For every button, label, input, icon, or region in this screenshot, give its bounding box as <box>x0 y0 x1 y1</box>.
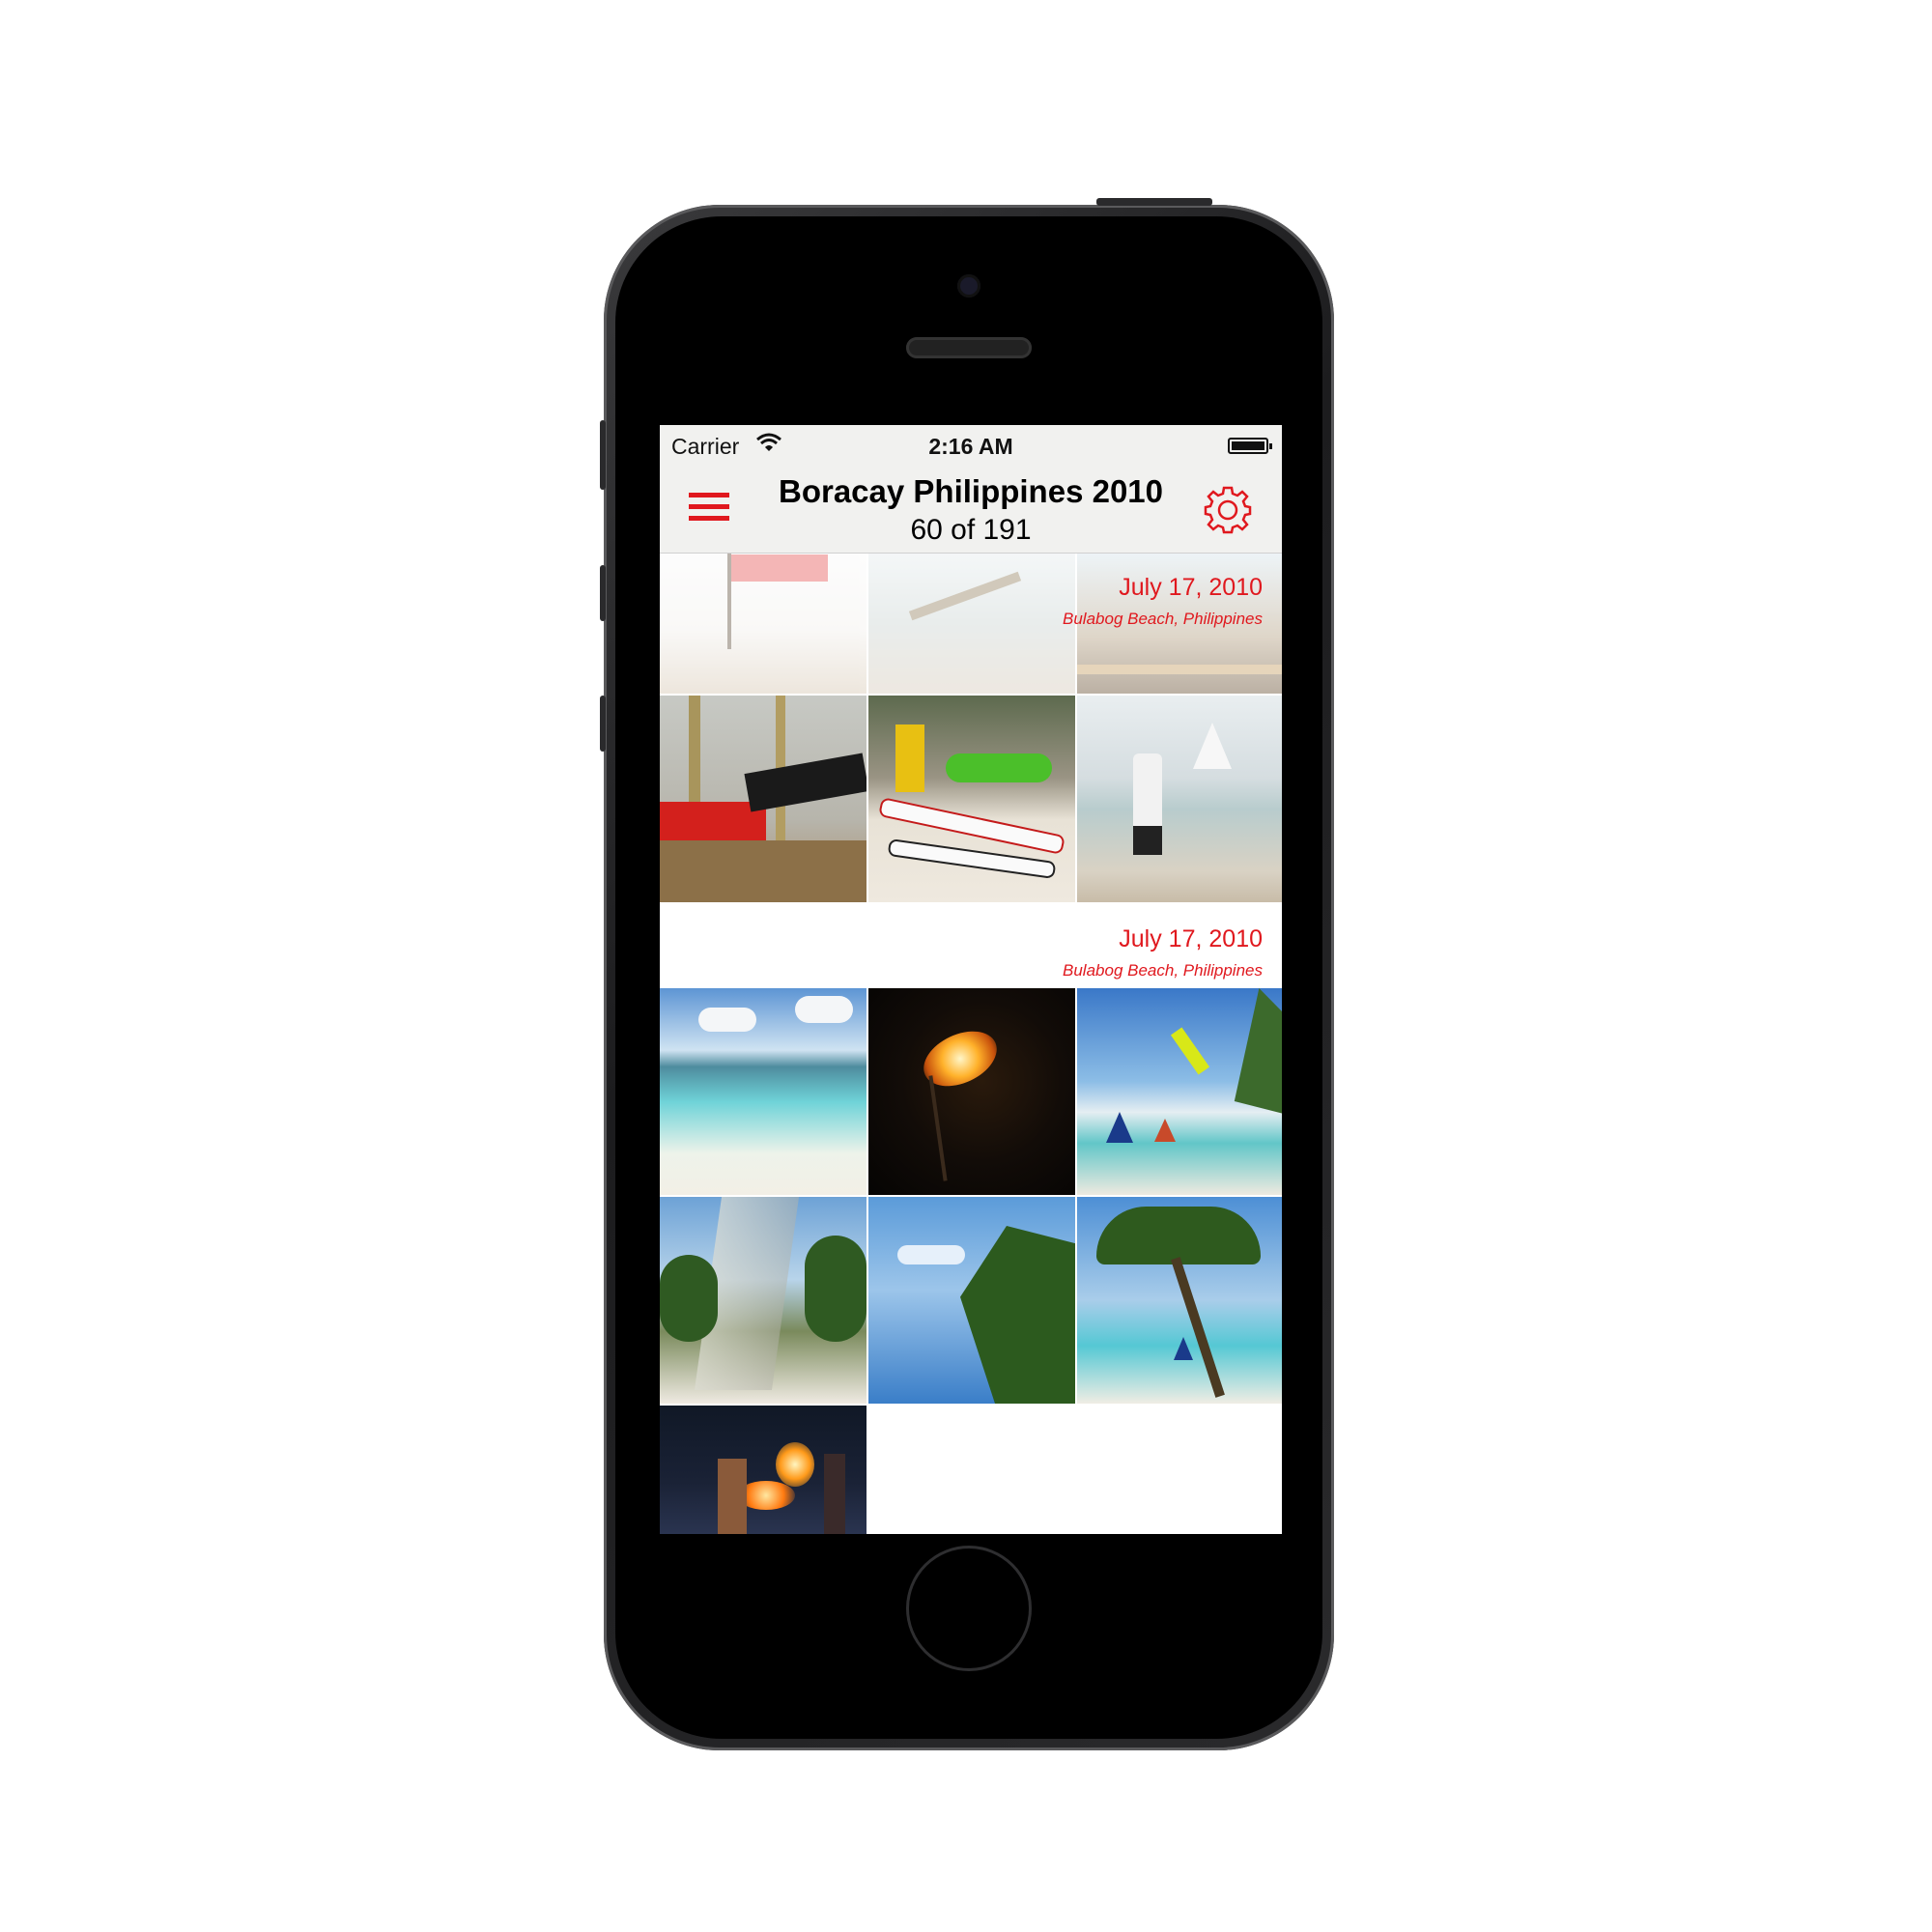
photo-tile[interactable] <box>660 1406 867 1534</box>
battery-icon <box>1228 438 1272 454</box>
status-bar: Carrier 2:16 AM <box>660 425 1282 464</box>
section-location: Bulabog Beach, Philippines <box>1063 610 1263 628</box>
photo-tile[interactable] <box>660 988 867 1195</box>
photo-tile[interactable] <box>868 696 1075 902</box>
nav-header: Carrier 2:16 AM Boracay Philippines 2010… <box>660 425 1282 554</box>
photo-tile[interactable] <box>660 1197 867 1404</box>
gear-icon[interactable] <box>1203 485 1253 535</box>
photo-tile[interactable] <box>868 988 1075 1195</box>
album-title: Boracay Philippines 2010 <box>778 473 1163 509</box>
section-location: Bulabog Beach, Philippines <box>1063 961 1263 980</box>
photo-tile[interactable] <box>1077 1197 1282 1404</box>
photo-count: 60 of 191 <box>910 514 1032 546</box>
status-time: 2:16 AM <box>928 434 1013 459</box>
section-date: July 17, 2010 <box>1119 925 1263 952</box>
section-header: July 17, 2010 Bulabog Beach, Philippines <box>660 904 1282 988</box>
front-camera <box>957 274 980 298</box>
mute-switch[interactable] <box>600 420 606 490</box>
sleep-wake-button[interactable] <box>1096 198 1212 206</box>
section-date: July 17, 2010 <box>1119 574 1263 601</box>
home-button[interactable] <box>906 1546 1032 1671</box>
app-screen: July 17, 2010 Bulabog Beach, Philippines… <box>660 425 1282 1534</box>
photo-tile[interactable] <box>1077 696 1282 902</box>
volume-up-button[interactable] <box>600 565 606 621</box>
earpiece-speaker <box>906 337 1032 358</box>
photo-tile[interactable] <box>868 1197 1075 1404</box>
photo-tile[interactable] <box>1077 988 1282 1195</box>
section-header: July 17, 2010 Bulabog Beach, Philippines <box>660 553 1282 637</box>
volume-down-button[interactable] <box>600 696 606 752</box>
photo-tile[interactable] <box>660 696 867 902</box>
